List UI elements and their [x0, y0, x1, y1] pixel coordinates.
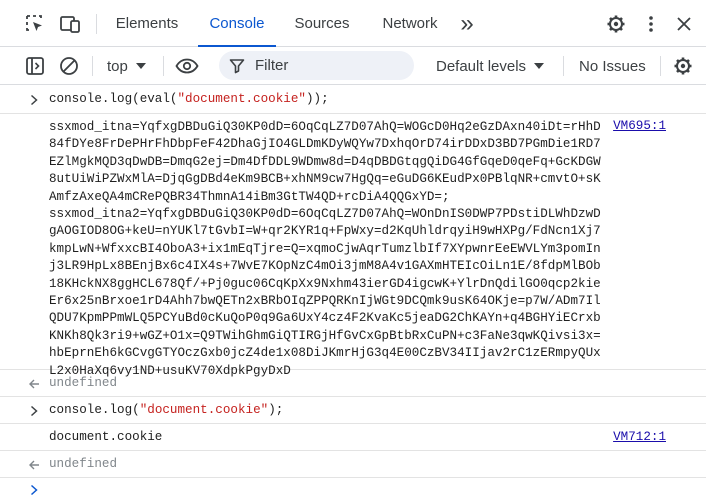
clear-console-icon[interactable]	[58, 55, 80, 77]
more-tabs-button[interactable]: »	[454, 0, 480, 47]
tab-network[interactable]: Network	[370, 0, 450, 47]
chevron-right-icon	[28, 404, 40, 418]
filter-input[interactable]	[253, 56, 407, 75]
toolbar-divider	[563, 56, 564, 76]
inspect-element-icon[interactable]	[24, 13, 46, 35]
settings-gear-icon[interactable]	[605, 13, 627, 35]
console-toolbar: top Default levels No Issues	[0, 47, 706, 85]
issues-label: No Issues	[579, 57, 646, 75]
source-link[interactable]: VM695:1	[613, 119, 666, 133]
result-arrow-icon	[28, 377, 40, 391]
tab-elements[interactable]: Elements	[104, 0, 190, 47]
source-link[interactable]: VM712:1	[613, 430, 666, 444]
console-log-message: ssxmod_itna=YqfxgDBDuGiQ30KP0dD=6OqCqLZ7…	[0, 114, 706, 378]
string-literal: "document.cookie"	[177, 92, 306, 106]
console-settings-gear-icon[interactable]	[672, 55, 694, 77]
dropdown-arrow-icon	[135, 63, 146, 69]
log-text: document.cookie	[49, 430, 163, 444]
tab-sources[interactable]: Sources	[284, 0, 360, 47]
dropdown-arrow-icon	[534, 63, 545, 69]
console-result: undefined	[0, 370, 706, 397]
issues-counter[interactable]: No Issues	[579, 47, 646, 85]
tab-label: Elements	[115, 15, 179, 32]
live-expression-eye-icon[interactable]	[174, 55, 200, 77]
toolbar-divider	[92, 56, 93, 76]
toolbar-divider	[163, 56, 164, 76]
chevron-right-icon	[28, 93, 40, 107]
command-text: console.log("document.cookie");	[49, 403, 284, 417]
log-levels-label: Default levels	[436, 57, 527, 75]
device-toolbar-icon[interactable]	[58, 13, 82, 35]
cookie-line-1: ssxmod_itna=YqfxgDBDuGiQ30KP0dD=6OqCqLZ7…	[49, 120, 601, 204]
tab-label: Console	[209, 15, 265, 32]
tab-divider	[96, 14, 97, 34]
command-text: console.log(eval("document.cookie"));	[49, 92, 329, 106]
cookie-line-2: ssxmod_itna2=YqfxgDBDuGiQ30KP0dD=6OqCqLZ…	[49, 207, 601, 378]
context-label: top	[107, 57, 128, 75]
toolbar-divider	[660, 56, 661, 76]
tab-console[interactable]: Console	[198, 0, 276, 47]
filter-icon	[229, 58, 245, 73]
console-output: console.log(eval("document.cookie")); ss…	[0, 85, 706, 502]
cookie-output: ssxmod_itna=YqfxgDBDuGiQ30KP0dD=6OqCqLZ7…	[49, 119, 604, 380]
tab-label: Network	[382, 15, 438, 32]
close-icon[interactable]	[673, 13, 695, 35]
context-selector[interactable]: top	[107, 47, 146, 85]
result-value: undefined	[49, 457, 118, 471]
result-arrow-icon	[28, 458, 40, 472]
more-tabs-icon: »	[460, 9, 474, 37]
result-value: undefined	[49, 376, 118, 390]
filter-box[interactable]	[219, 51, 414, 80]
console-input-echo: console.log(eval("document.cookie"));	[0, 85, 706, 114]
more-options-icon[interactable]	[641, 13, 661, 35]
tab-label: Sources	[294, 15, 350, 32]
string-literal: "document.cookie"	[139, 403, 269, 417]
console-result: undefined	[0, 451, 706, 478]
prompt-chevron-icon	[28, 483, 40, 497]
sidebar-toggle-icon[interactable]	[24, 55, 46, 77]
console-log-message: document.cookie VM712:1	[0, 424, 706, 451]
console-prompt[interactable]	[0, 478, 706, 502]
log-levels-dropdown[interactable]: Default levels	[436, 47, 545, 85]
console-input-echo: console.log("document.cookie");	[0, 397, 706, 424]
devtools-tab-bar: Elements Console Sources Network »	[0, 0, 706, 47]
